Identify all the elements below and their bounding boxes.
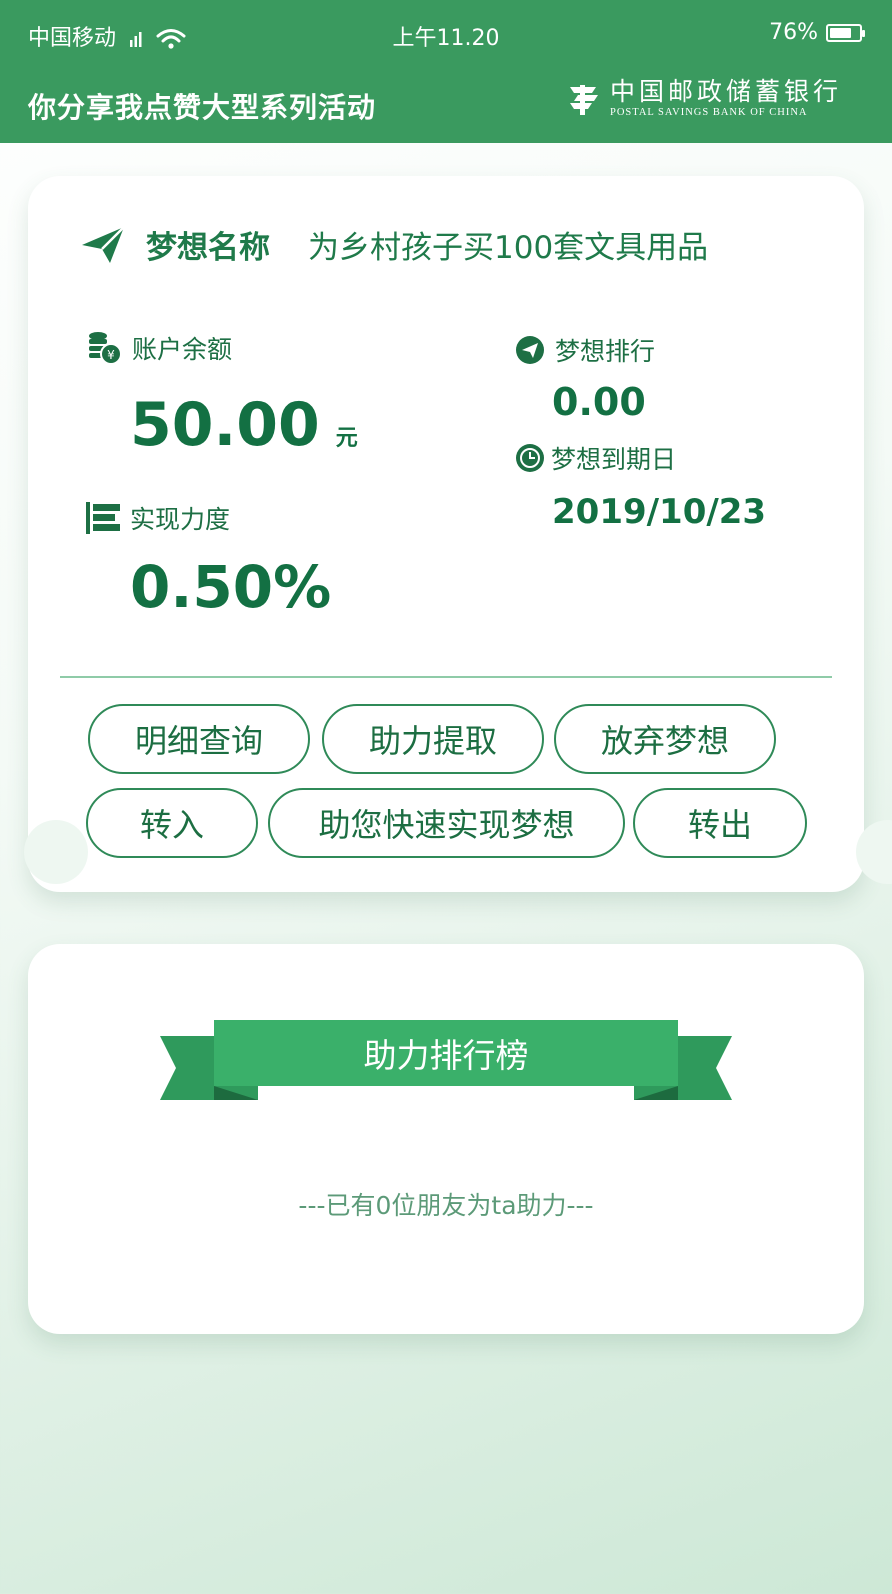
paper-plane-icon — [82, 225, 125, 263]
plane-circle-icon — [516, 336, 544, 364]
leaderboard-card — [28, 944, 864, 1334]
coins-icon: ¥ — [89, 332, 122, 365]
quick-realize-button[interactable]: 助您快速实现梦想 — [268, 788, 625, 858]
balance-label-row: ¥ 账户余额 — [86, 330, 232, 366]
logo-en: POSTAL SAVINGS BANK OF CHINA — [609, 107, 808, 118]
balance-label: 账户余额 — [132, 335, 233, 364]
detail-query-button[interactable]: 明细查询 — [88, 704, 310, 774]
dream-name-label: 梦想名称 — [146, 230, 270, 266]
bank-logo: 中国邮政储蓄银行 POSTAL SAVINGS BANK OF CHINA — [566, 78, 842, 120]
progress-label-row: 实现力度 — [86, 500, 230, 536]
battery-icon — [826, 23, 865, 42]
balance-unit: 元 — [335, 426, 358, 451]
rank-value: 0.00 — [552, 380, 646, 424]
friends-count-text: ---已有0位朋友为ta助力--- — [298, 1191, 594, 1220]
svg-text:¥: ¥ — [107, 348, 115, 362]
battery-status: 76% — [769, 20, 865, 45]
dream-name-row: 梦想名称 为乡村孩子买100套文具用品 — [80, 222, 708, 267]
withdraw-button[interactable]: 助力提取 — [322, 704, 544, 774]
due-label-row: 梦想到期日 — [515, 440, 676, 476]
transfer-in-button[interactable]: 转入 — [86, 788, 258, 858]
due-label: 梦想到期日 — [551, 445, 677, 474]
battery-percent: 76% — [769, 20, 818, 45]
abandon-dream-button[interactable]: 放弃梦想 — [554, 704, 776, 774]
rank-label-row: 梦想排行 — [515, 332, 655, 368]
page-title: 你分享我点赞大型系列活动 — [28, 91, 377, 124]
ticket-divider — [60, 676, 832, 678]
clock-icon — [516, 444, 544, 472]
balance-amount: 50.00 元 — [130, 390, 358, 460]
status-time: 上午11.20 — [392, 26, 500, 51]
ticket-notch-left — [24, 820, 88, 884]
bars-icon — [86, 502, 120, 534]
logo-cn: 中国邮政储蓄银行 — [609, 77, 842, 106]
balance-value: 50.00 — [130, 390, 320, 460]
progress-value: 0.50% — [130, 553, 332, 621]
postal-logo-icon — [569, 85, 598, 115]
status-bar: 中国移动 上午11.20 76% — [0, 0, 892, 70]
progress-label: 实现力度 — [130, 505, 231, 534]
battery-fill — [830, 27, 852, 38]
due-value: 2019/10/23 — [552, 492, 767, 532]
ticket-notch-right — [856, 820, 892, 884]
transfer-out-button[interactable]: 转出 — [633, 788, 807, 858]
dream-name-value: 为乡村孩子买100套文具用品 — [308, 230, 709, 266]
rank-label: 梦想排行 — [555, 337, 656, 366]
leaderboard-title: 助力排行榜 — [363, 1036, 529, 1075]
app-header: 中国移动 上午11.20 76% 你分享我点赞大型系列活动 中国邮政储蓄银行 P… — [0, 0, 892, 143]
